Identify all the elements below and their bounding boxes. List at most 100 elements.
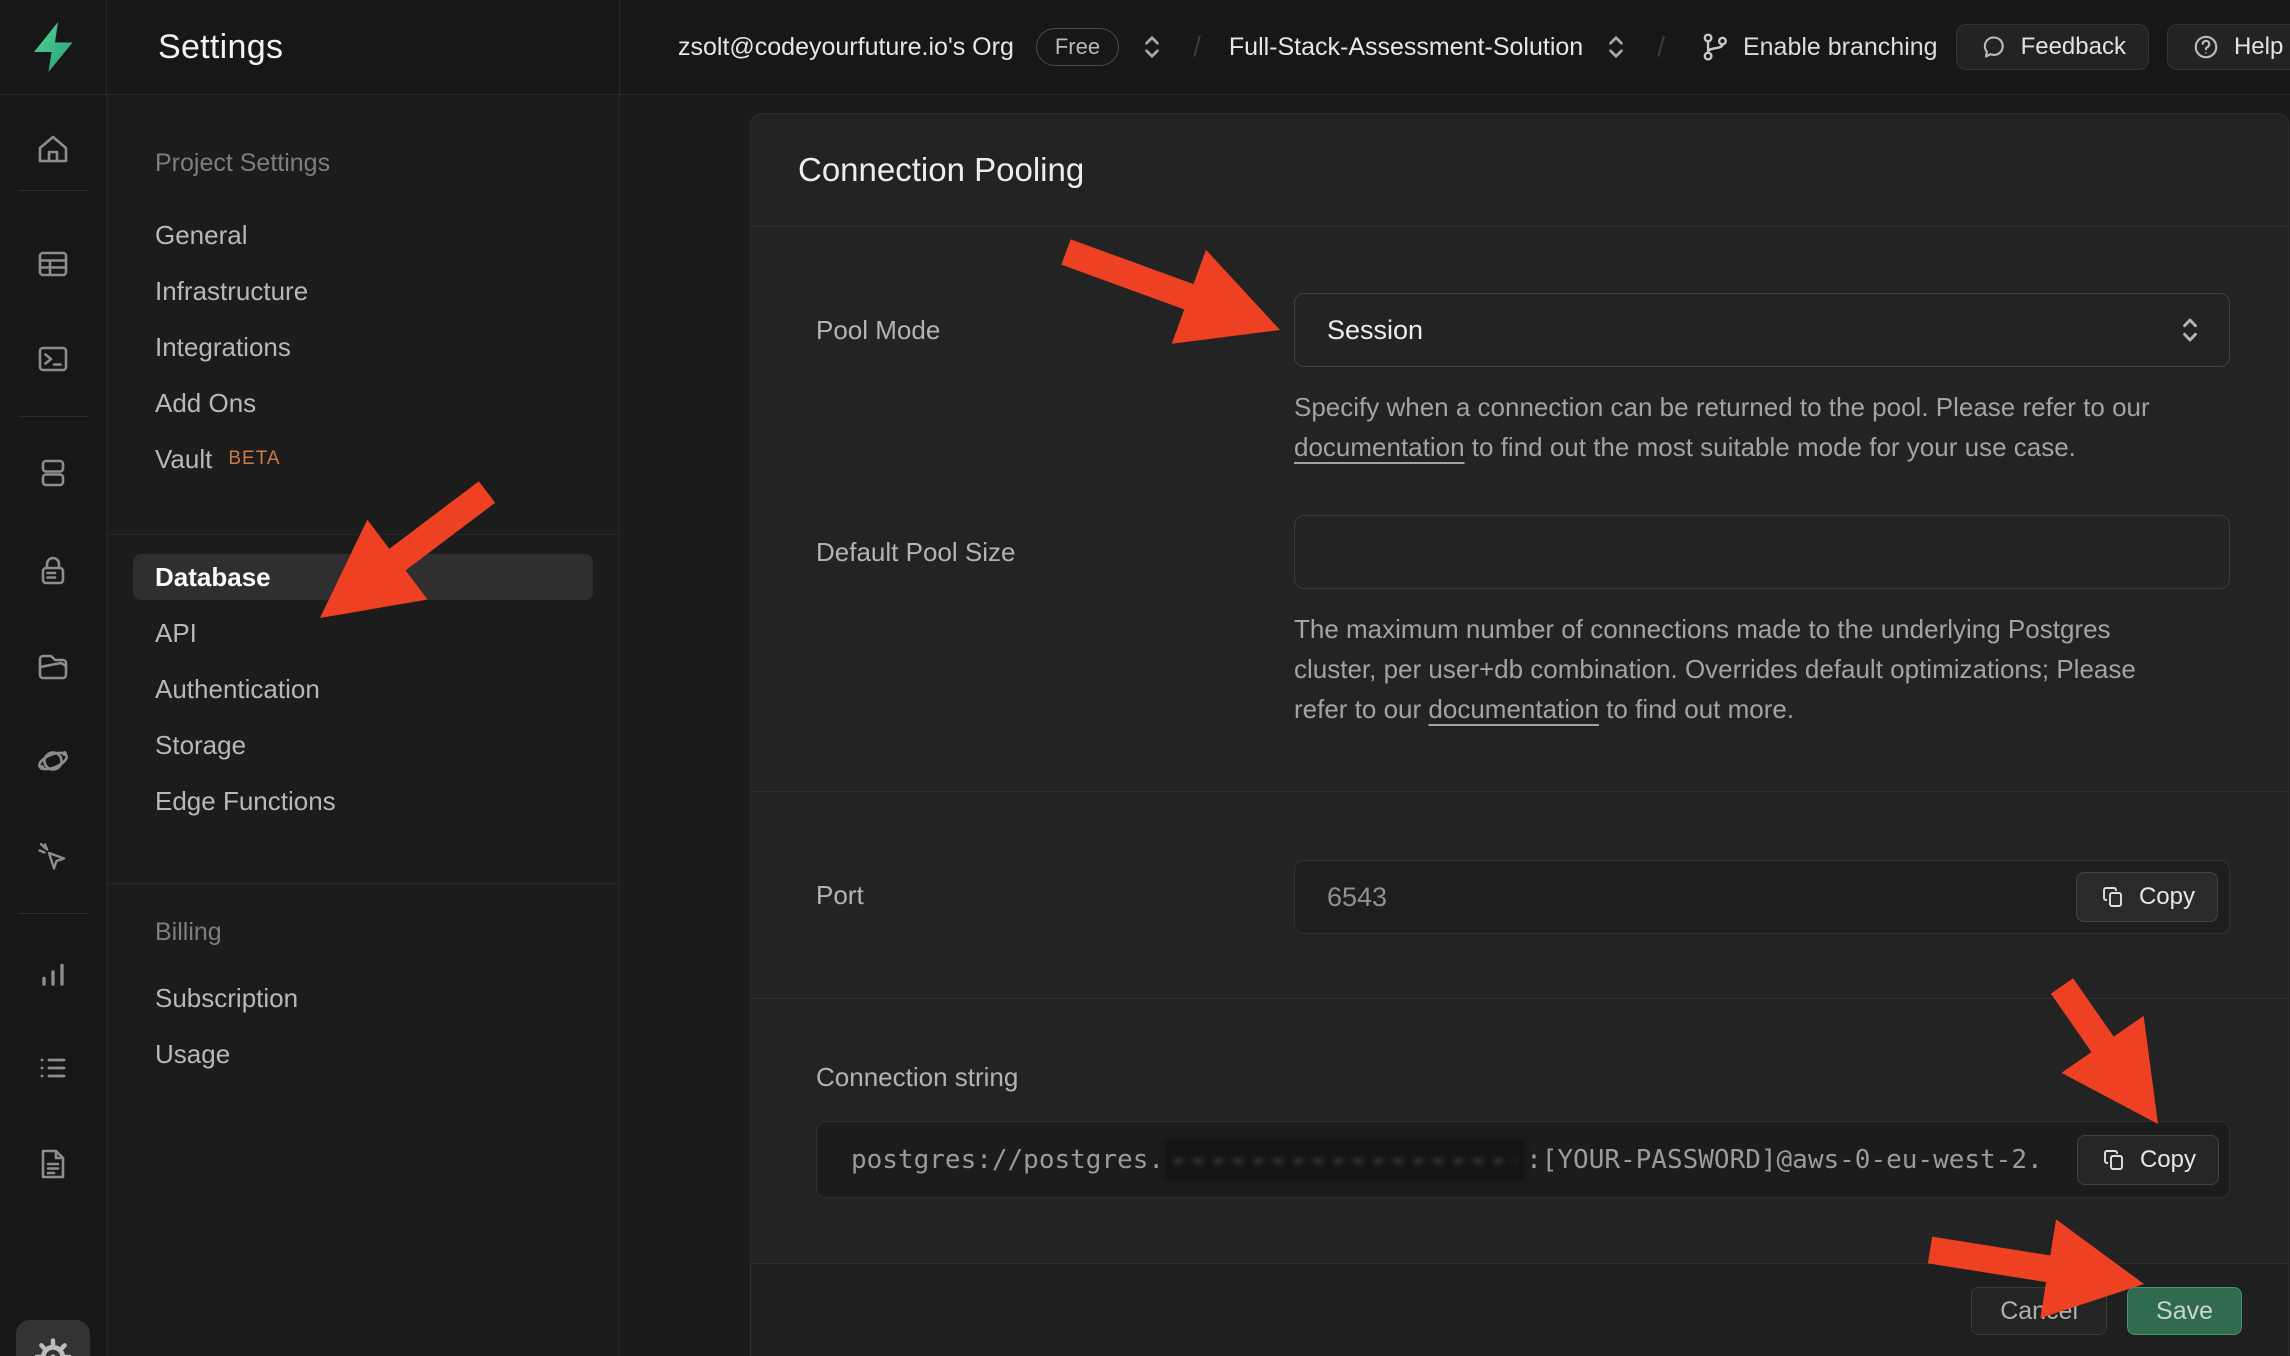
pool-mode-label: Pool Mode bbox=[751, 293, 1294, 467]
copy-icon bbox=[2100, 1146, 2128, 1174]
sidebar-item-api-docs[interactable] bbox=[33, 1144, 73, 1184]
main-content: Connection Pooling Pool Mode Session bbox=[621, 95, 2290, 1356]
sidebar-item-table-editor[interactable] bbox=[33, 244, 73, 284]
nav-item-add-ons[interactable]: Add Ons bbox=[107, 375, 619, 431]
connection-string-text: postgres://postgres.:[YOUR-PASSWORD]@aws… bbox=[851, 1140, 2043, 1180]
connection-copy-label: Copy bbox=[2140, 1146, 2196, 1174]
pool-mode-row: Pool Mode Session Specify when a connec bbox=[751, 293, 2230, 467]
home-icon bbox=[33, 130, 73, 170]
nav-item-usage[interactable]: Usage bbox=[107, 1026, 619, 1082]
org-breadcrumb[interactable]: zsolt@codeyourfuture.io's Org bbox=[678, 33, 1014, 62]
top-bar: Settings zsolt@codeyourfuture.io's Org F… bbox=[0, 0, 2290, 95]
sidebar-item-authentication[interactable] bbox=[33, 551, 73, 591]
page-title: Settings bbox=[158, 28, 283, 67]
nav-item-edge-functions[interactable]: Edge Functions bbox=[107, 773, 619, 829]
api-docs-icon bbox=[33, 1144, 73, 1184]
sidebar-item-sql-editor[interactable] bbox=[33, 339, 73, 379]
connection-string-label: Connection string bbox=[816, 1061, 2230, 1093]
sql-editor-icon bbox=[33, 339, 73, 379]
breadcrumb-separator: / bbox=[1183, 31, 1211, 63]
supabase-settings-page: Settings zsolt@codeyourfuture.io's Org F… bbox=[0, 0, 2290, 1356]
pool-mode-description: Specify when a connection can be returne… bbox=[1294, 387, 2194, 467]
sidebar-item-reports[interactable] bbox=[33, 953, 73, 993]
card-footer: Cancel Save bbox=[751, 1263, 2288, 1356]
nav-item-storage[interactable]: Storage bbox=[107, 717, 619, 773]
breadcrumb-separator: / bbox=[1647, 31, 1675, 63]
default-pool-size-label: Default Pool Size bbox=[751, 515, 1294, 729]
advisors-cursor-icon bbox=[33, 837, 73, 877]
enable-branching-button[interactable]: Enable branching bbox=[1699, 31, 1938, 63]
sidebar-item-storage[interactable] bbox=[33, 647, 73, 687]
card-title: Connection Pooling bbox=[798, 151, 1084, 189]
sidebar-item-home[interactable] bbox=[33, 130, 73, 170]
copy-icon bbox=[2099, 883, 2127, 911]
port-section: Port Copy bbox=[751, 791, 2288, 998]
speech-bubble-icon bbox=[1979, 32, 2009, 62]
pooling-settings-section: Pool Mode Session Specify when a connec bbox=[751, 227, 2288, 791]
nav-item-integrations[interactable]: Integrations bbox=[107, 319, 619, 375]
connection-string-box[interactable]: postgres://postgres.:[YOUR-PASSWORD]@aws… bbox=[816, 1121, 2230, 1198]
org-selector-icon[interactable] bbox=[1139, 32, 1165, 62]
topbar-actions: Feedback Help bbox=[1956, 24, 2290, 70]
project-selector-icon[interactable] bbox=[1603, 32, 1629, 62]
rail-divider bbox=[18, 416, 88, 417]
realtime-icon bbox=[33, 741, 73, 781]
nav-item-vault[interactable]: Vault BETA bbox=[107, 431, 619, 487]
help-button[interactable]: Help bbox=[2167, 24, 2290, 70]
nav-section-project-settings: Project Settings bbox=[155, 145, 619, 181]
redacted-project-ref bbox=[1166, 1140, 1524, 1180]
nav-item-api[interactable]: API bbox=[107, 605, 619, 661]
icon-rail bbox=[0, 95, 107, 1356]
database-icon bbox=[33, 453, 73, 493]
nav-divider bbox=[107, 534, 619, 535]
help-circle-icon bbox=[2190, 31, 2222, 63]
nav-section-billing: Billing bbox=[155, 914, 619, 950]
port-copy-button[interactable]: Copy bbox=[2076, 872, 2218, 922]
nav-item-infrastructure[interactable]: Infrastructure bbox=[107, 263, 619, 319]
breadcrumb: zsolt@codeyourfuture.io's Org Free / Ful… bbox=[620, 0, 2290, 94]
rail-divider bbox=[18, 913, 88, 914]
sidebar-item-database[interactable] bbox=[33, 453, 73, 493]
home-logo-link[interactable] bbox=[0, 0, 107, 94]
documentation-link[interactable]: documentation bbox=[1428, 694, 1599, 724]
default-pool-size-input[interactable] bbox=[1294, 515, 2230, 589]
pool-mode-value: Session bbox=[1327, 315, 1423, 346]
card-header: Connection Pooling bbox=[751, 114, 2288, 227]
feedback-label: Feedback bbox=[2021, 33, 2126, 61]
project-breadcrumb[interactable]: Full-Stack-Assessment-Solution bbox=[1229, 33, 1583, 62]
pool-mode-select[interactable]: Session bbox=[1294, 293, 2230, 367]
nav-divider bbox=[107, 883, 619, 884]
settings-gear-icon bbox=[31, 1335, 75, 1356]
chevron-up-down-icon bbox=[2177, 314, 2203, 346]
port-label: Port bbox=[751, 860, 1294, 934]
enable-branching-label: Enable branching bbox=[1743, 33, 1938, 62]
git-branch-icon bbox=[1699, 31, 1731, 63]
cancel-button[interactable]: Cancel bbox=[1971, 1287, 2107, 1335]
storage-icon bbox=[33, 647, 73, 687]
table-editor-icon bbox=[33, 244, 73, 284]
default-pool-size-description: The maximum number of connections made t… bbox=[1294, 609, 2194, 729]
nav-item-subscription[interactable]: Subscription bbox=[107, 970, 619, 1026]
default-pool-size-row: Default Pool Size The maximum number of … bbox=[751, 515, 2230, 729]
connection-string-section: Connection string postgres://postgres.:[… bbox=[751, 998, 2288, 1263]
sidebar-item-settings-active[interactable] bbox=[16, 1320, 90, 1356]
sidebar-item-advisors[interactable] bbox=[33, 837, 73, 877]
supabase-logo-icon bbox=[25, 19, 81, 75]
logs-icon bbox=[33, 1048, 73, 1088]
sidebar-item-logs[interactable] bbox=[33, 1048, 73, 1088]
plan-badge: Free bbox=[1036, 28, 1119, 66]
connection-string-copy-button[interactable]: Copy bbox=[2077, 1135, 2219, 1185]
port-row: Port Copy bbox=[751, 860, 2230, 934]
nav-item-database-active[interactable]: Database bbox=[107, 549, 619, 605]
feedback-button[interactable]: Feedback bbox=[1956, 24, 2149, 70]
connection-pooling-card: Connection Pooling Pool Mode Session bbox=[750, 113, 2289, 1356]
nav-item-authentication[interactable]: Authentication bbox=[107, 661, 619, 717]
documentation-link[interactable]: documentation bbox=[1294, 432, 1465, 462]
save-button[interactable]: Save bbox=[2127, 1287, 2242, 1335]
reports-icon bbox=[33, 953, 73, 993]
settings-title-cell: Settings bbox=[107, 0, 620, 94]
settings-nav: Project Settings General Infrastructure … bbox=[107, 95, 620, 1356]
nav-item-general[interactable]: General bbox=[107, 207, 619, 263]
sidebar-item-realtime[interactable] bbox=[33, 741, 73, 781]
rail-divider bbox=[18, 190, 88, 191]
